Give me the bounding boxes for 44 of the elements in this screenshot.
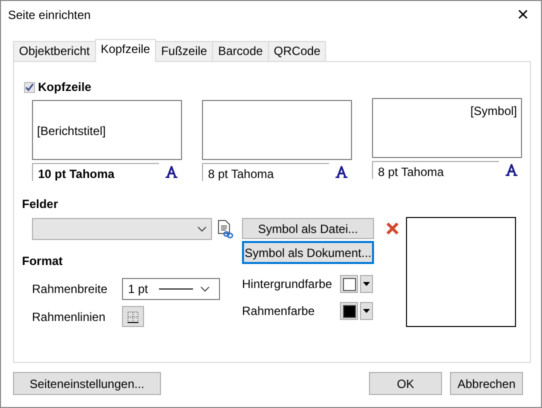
close-button[interactable]: ×	[505, 1, 541, 29]
header-section-box[interactable]: [Berichtstitel]	[32, 100, 182, 160]
font-field: 8 pt Tahoma	[202, 163, 329, 181]
section-text: [Berichtstitel]	[37, 122, 106, 140]
font-icon[interactable]	[165, 166, 178, 178]
header-section-box[interactable]	[202, 100, 352, 160]
section-label: Format	[22, 253, 64, 270]
section-text: [Symbol]	[470, 103, 517, 120]
dropdown-button[interactable]	[360, 275, 373, 293]
caret-icon	[363, 282, 370, 286]
field-label: Rahmenbreite	[32, 281, 108, 298]
dialog-button[interactable]: OK	[369, 372, 442, 395]
frame-width-dropdown[interactable]: 1 pt	[122, 278, 220, 300]
dropdown-button[interactable]	[360, 302, 373, 320]
caret-icon	[197, 226, 207, 232]
border-lines-icon	[127, 310, 139, 322]
tab[interactable]: Objektbericht	[13, 41, 96, 61]
tab[interactable]: Barcode	[212, 41, 269, 61]
font-icon[interactable]	[335, 166, 348, 178]
symbol-button[interactable]: Symbol als Dokument...	[242, 241, 374, 264]
delete-icon[interactable]	[386, 222, 399, 235]
symbol-button[interactable]: Symbol als Datei...	[242, 218, 374, 239]
checkbox-label: Kopfzeile	[38, 79, 92, 96]
font-icon[interactable]	[505, 164, 518, 176]
fields-dropdown[interactable]	[32, 218, 212, 240]
tab[interactable]: QRCode	[268, 41, 326, 61]
window-title: Seite einrichten	[8, 7, 91, 24]
field-label: Hintergrundfarbe	[242, 276, 334, 293]
section-label: Felder	[22, 196, 60, 213]
tab[interactable]: Kopfzeile	[94, 39, 156, 62]
checkbox[interactable]	[24, 82, 35, 92]
field-label: Rahmenfarbe	[242, 303, 316, 320]
font-field: 8 pt Tahoma	[372, 161, 499, 179]
caret-icon	[363, 309, 370, 313]
font-field: 10 pt Tahoma	[32, 163, 159, 181]
color-swatch[interactable]	[340, 275, 358, 293]
color-swatch[interactable]	[340, 302, 358, 320]
header-section-box[interactable]: [Symbol]	[372, 98, 522, 158]
frame-lines-button[interactable]	[122, 306, 144, 327]
field-label: Rahmenlinien	[32, 308, 106, 326]
dialog-button[interactable]: Seiteneinstellungen...	[13, 372, 161, 395]
dialog-button[interactable]: Abbrechen	[450, 372, 523, 395]
tab[interactable]: Fußzeile	[155, 41, 214, 61]
document-link-icon[interactable]	[217, 219, 234, 239]
